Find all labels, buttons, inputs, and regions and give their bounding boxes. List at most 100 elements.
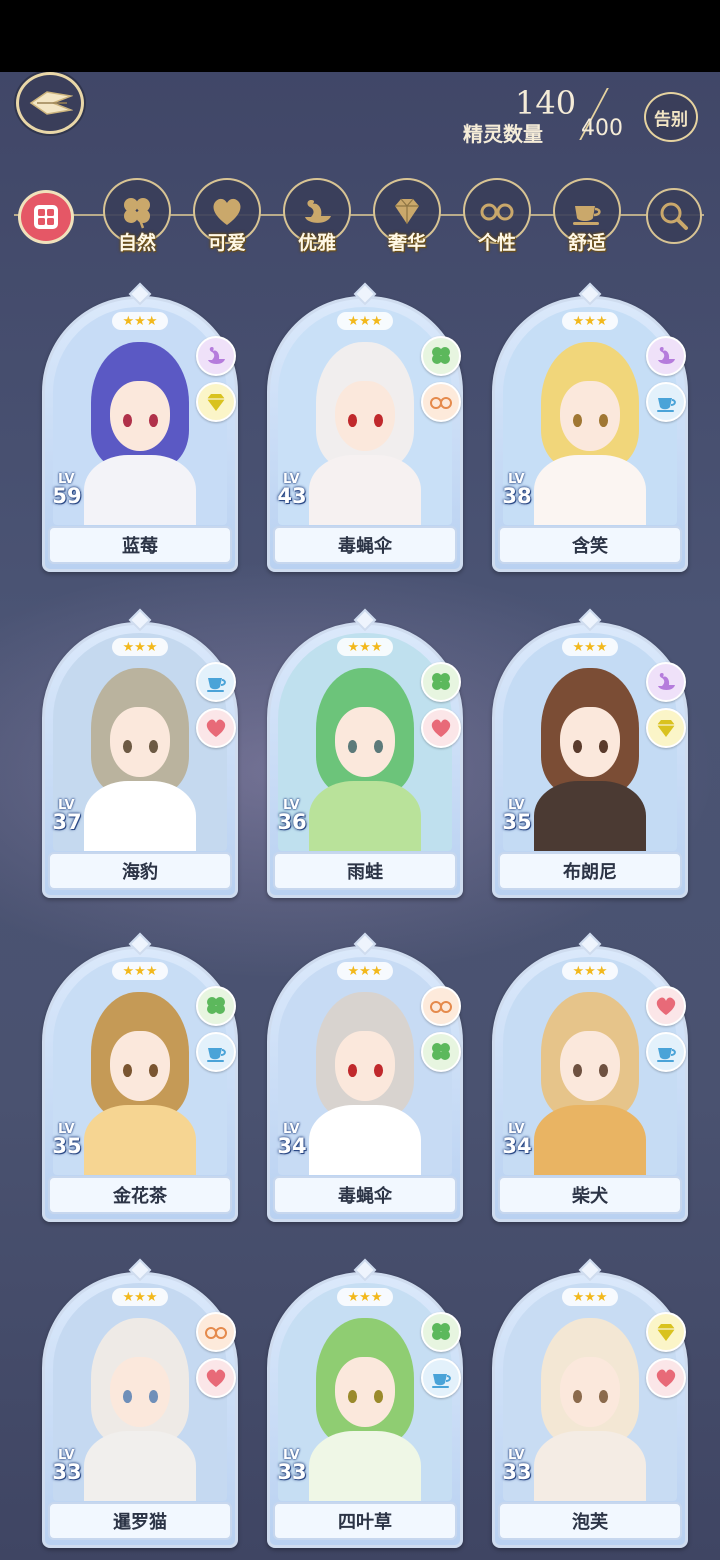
- diamond-icon: [395, 198, 419, 224]
- portrait-face: [110, 381, 170, 451]
- portrait-outfit: [309, 1105, 421, 1175]
- level-badge: LV 37: [46, 798, 88, 842]
- grid-icon: [34, 205, 58, 229]
- star-rating: ★★★: [337, 638, 393, 656]
- spirit-card[interactable]: ★★★ LV 33 泡芙: [492, 1258, 688, 1548]
- portrait-outfit: [84, 1431, 196, 1501]
- teacup-icon: [573, 206, 601, 225]
- level-value: 37: [52, 810, 82, 834]
- spirit-card[interactable]: ★★★ LV 59 蓝莓: [42, 282, 238, 572]
- spirit-name: 柴犬: [498, 1176, 682, 1214]
- attribute-badge: [421, 1032, 461, 1072]
- spirit-card[interactable]: ★★★ LV 43 毒蝇伞: [267, 282, 463, 572]
- portrait-outfit: [309, 455, 421, 525]
- spirit-card[interactable]: ★★★ LV 35 布朗尼: [492, 608, 688, 898]
- swan-icon: [208, 347, 225, 364]
- star-rating: ★★★: [112, 638, 168, 656]
- back-button[interactable]: [16, 72, 84, 134]
- spirit-count-label: 精灵数量: [463, 122, 543, 146]
- attribute-badge: [421, 336, 461, 376]
- portrait-face: [335, 1031, 395, 1101]
- portrait-eye: [148, 739, 159, 753]
- level-value: 35: [52, 1134, 82, 1158]
- level-badge: LV 33: [271, 1448, 313, 1492]
- spirit-name: 布朗尼: [498, 852, 682, 890]
- filter-label: 个性: [477, 232, 516, 254]
- level-value: 33: [52, 1460, 82, 1484]
- level-value: 35: [502, 810, 532, 834]
- spirit-card[interactable]: ★★★ LV 33 暹罗猫: [42, 1258, 238, 1548]
- portrait-face: [335, 707, 395, 777]
- teacup-icon: [432, 1374, 451, 1388]
- attribute-badge: [421, 1312, 461, 1352]
- spirit-name: 含笑: [498, 526, 682, 564]
- swan-icon: [658, 673, 675, 690]
- filter-all-button[interactable]: [18, 190, 74, 244]
- attribute-badge: [421, 1358, 461, 1398]
- attribute-badge: [196, 1358, 236, 1398]
- attribute-badge: [646, 986, 686, 1026]
- filter-nature[interactable]: 自然: [101, 178, 173, 256]
- heart-icon: [213, 198, 241, 225]
- level-value: 59: [52, 484, 82, 508]
- star-rating: ★★★: [337, 312, 393, 330]
- level-value: 33: [502, 1460, 532, 1484]
- spirit-card[interactable]: ★★★ LV 36 雨蛙: [267, 608, 463, 898]
- portrait-face: [110, 707, 170, 777]
- level-badge: LV 34: [271, 1122, 313, 1166]
- filter-cute[interactable]: 可爱: [191, 178, 263, 256]
- status-bar: [0, 0, 720, 72]
- filter-comfort[interactable]: 舒适: [551, 178, 623, 256]
- level-badge: LV 33: [496, 1448, 538, 1492]
- clover-icon: [207, 997, 225, 1014]
- portrait-outfit: [309, 1431, 421, 1501]
- star-rating: ★★★: [337, 1288, 393, 1306]
- portrait-eye: [598, 413, 609, 427]
- attribute-badge: [421, 382, 461, 422]
- spirit-card[interactable]: ★★★ LV 34 毒蝇伞: [267, 932, 463, 1222]
- search-button[interactable]: [646, 188, 702, 244]
- portrait-eye: [373, 1389, 384, 1403]
- spirit-card[interactable]: ★★★ LV 33 四叶草: [267, 1258, 463, 1548]
- level-badge: LV 35: [46, 1122, 88, 1166]
- portrait-face: [560, 1357, 620, 1427]
- spirit-card[interactable]: ★★★ LV 38 含笑: [492, 282, 688, 572]
- spirit-count-max: 400: [581, 116, 623, 141]
- teacup-icon: [657, 1048, 676, 1062]
- swan-icon: [305, 200, 331, 223]
- attribute-badge: [421, 708, 461, 748]
- filter-luxury[interactable]: 奢华: [371, 178, 443, 256]
- farewell-button[interactable]: 告别: [644, 92, 698, 142]
- spirit-name: 暹罗猫: [48, 1502, 232, 1540]
- attribute-badge: [646, 382, 686, 422]
- portrait-eye: [347, 1389, 358, 1403]
- heart-icon: [656, 997, 676, 1015]
- clover-icon: [124, 198, 150, 229]
- level-value: 38: [502, 484, 532, 508]
- level-value: 34: [277, 1134, 307, 1158]
- level-badge: LV 43: [271, 472, 313, 516]
- spirit-card[interactable]: ★★★ LV 37 海豹: [42, 608, 238, 898]
- level-badge: LV 59: [46, 472, 88, 516]
- spirit-card[interactable]: ★★★ LV 34 柴犬: [492, 932, 688, 1222]
- portrait-outfit: [84, 455, 196, 525]
- filter-personality[interactable]: 个性: [461, 178, 533, 256]
- spirit-card[interactable]: ★★★ LV 35 金花茶: [42, 932, 238, 1222]
- level-value: 43: [277, 484, 307, 508]
- heart-icon: [431, 719, 451, 737]
- heart-icon: [206, 1369, 226, 1387]
- portrait-eye: [572, 1389, 583, 1403]
- filter-elegant[interactable]: 优雅: [281, 178, 353, 256]
- portrait-eye: [373, 739, 384, 753]
- star-rating: ★★★: [562, 962, 618, 980]
- portrait-face: [560, 1031, 620, 1101]
- search-icon: [660, 202, 688, 230]
- portrait-eye: [122, 1389, 133, 1403]
- star-rating: ★★★: [112, 1288, 168, 1306]
- teacup-icon: [657, 398, 676, 412]
- portrait-eye: [572, 413, 583, 427]
- portrait-eye: [122, 413, 133, 427]
- clover-icon: [432, 1043, 450, 1060]
- star-rating: ★★★: [112, 312, 168, 330]
- spirit-name: 泡芙: [498, 1502, 682, 1540]
